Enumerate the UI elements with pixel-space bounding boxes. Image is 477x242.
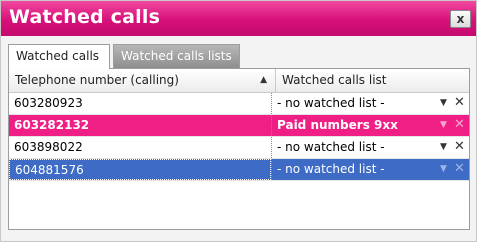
close-icon[interactable]: ✕	[454, 115, 465, 135]
chevron-down-icon[interactable]: ▼	[440, 137, 447, 158]
telephone-number-cell[interactable]: 603280923	[9, 93, 271, 114]
chevron-down-icon[interactable]: ▼	[440, 159, 447, 180]
column-header-telephone-number[interactable]: Telephone number (calling) ▲	[9, 69, 276, 92]
title-bar: Watched calls x	[1, 1, 476, 36]
chevron-down-icon[interactable]: ▼	[440, 115, 447, 136]
chevron-down-icon[interactable]: ▼	[440, 93, 447, 114]
table-row[interactable]: 603282132 Paid numbers 9xx ▼ ✕	[9, 115, 469, 137]
window-title: Watched calls	[9, 6, 161, 28]
telephone-number-cell[interactable]: 604881576	[9, 159, 271, 180]
table-row[interactable]: 604881576 - no watched list - ▼ ✕	[9, 159, 469, 181]
sort-ascending-icon: ▲	[260, 75, 267, 85]
telephone-number-cell[interactable]: 603898022	[9, 137, 271, 158]
close-icon[interactable]: ✕	[454, 159, 465, 179]
table-row[interactable]: 603280923 - no watched list - ▼ ✕	[9, 93, 469, 115]
telephone-number-cell[interactable]: 603282132	[9, 115, 271, 136]
tab-watched-calls-lists[interactable]: Watched calls lists	[113, 44, 240, 68]
column-header-watched-calls-list[interactable]: Watched calls list	[276, 69, 469, 92]
close-icon[interactable]: ✕	[454, 137, 465, 157]
watched-calls-grid: Telephone number (calling) ▲ Watched cal…	[8, 68, 470, 230]
watched-calls-window: Watched calls x Watched calls Watched ca…	[0, 0, 477, 242]
table-row[interactable]: 603898022 - no watched list - ▼ ✕	[9, 137, 469, 159]
grid-header: Telephone number (calling) ▲ Watched cal…	[9, 69, 469, 93]
tab-watched-calls[interactable]: Watched calls	[8, 44, 110, 69]
close-button[interactable]: x	[450, 10, 471, 28]
column-header-label: Telephone number (calling)	[15, 73, 179, 87]
close-icon[interactable]: ✕	[454, 93, 465, 113]
